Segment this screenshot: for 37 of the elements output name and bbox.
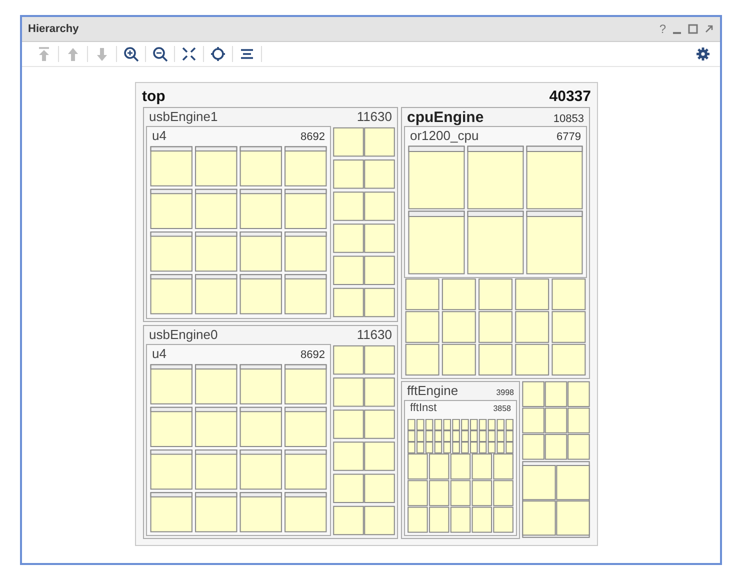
- module-name: fftEngine: [407, 383, 458, 398]
- cell-count: 11630: [356, 326, 392, 342]
- cell-count: 6779: [556, 131, 581, 143]
- module-name: u4: [152, 128, 166, 143]
- module-name: cpuEngine: [407, 109, 484, 126]
- maximize-icon[interactable]: [688, 24, 698, 34]
- help-button[interactable]: ?: [659, 22, 666, 36]
- module-name: usbEngine1: [149, 109, 218, 124]
- module-name: usbEngine0: [149, 326, 218, 342]
- layout-icon[interactable]: [239, 46, 255, 62]
- module-block[interactable]: fftEngine 3998 fftInst 3858: [401, 381, 520, 539]
- center-icon[interactable]: [210, 46, 226, 62]
- cell-count: 3998: [496, 388, 514, 397]
- cell-count: 3858: [493, 404, 511, 413]
- module-name: u4: [152, 346, 166, 360]
- module-block[interactable]: usbEngine1 11630 u4 8692: [143, 107, 398, 322]
- module-block[interactable]: u4 8692: [146, 344, 331, 536]
- restore-icon[interactable]: [704, 24, 714, 34]
- module-block[interactable]: usbEngine0 11630 u4 8692: [143, 324, 398, 539]
- module-block[interactable]: fftInst 3858: [404, 400, 517, 536]
- cell-count: 10853: [553, 113, 584, 125]
- fit-icon[interactable]: [181, 46, 197, 62]
- treemap-root[interactable]: top 40337 usbEngine1 11630 u4 8692 usbEngine0 11630 u4 8692 cpuEngine 10853 or1200_cpu 6779 fftEngine 3998 fftInst 3858: [135, 82, 598, 546]
- cell-count: 11630: [356, 109, 392, 124]
- module-name: or1200_cpu: [410, 128, 479, 143]
- module-block[interactable]: or1200_cpu 6779: [404, 126, 587, 278]
- cell-count: 40337: [549, 88, 591, 104]
- module-block[interactable]: u4 8692: [146, 126, 331, 318]
- module-name: fftInst: [410, 402, 437, 414]
- module-name: top: [142, 88, 166, 104]
- window-title: Hierarchy: [28, 23, 80, 35]
- zoom-in-icon[interactable]: [123, 46, 139, 62]
- settings-icon[interactable]: [696, 47, 710, 61]
- cell-count: 8692: [300, 348, 325, 360]
- cell-count: 8692: [300, 131, 325, 143]
- zoom-out-icon[interactable]: [152, 46, 168, 62]
- module-block[interactable]: cpuEngine 10853 or1200_cpu 6779: [401, 107, 590, 379]
